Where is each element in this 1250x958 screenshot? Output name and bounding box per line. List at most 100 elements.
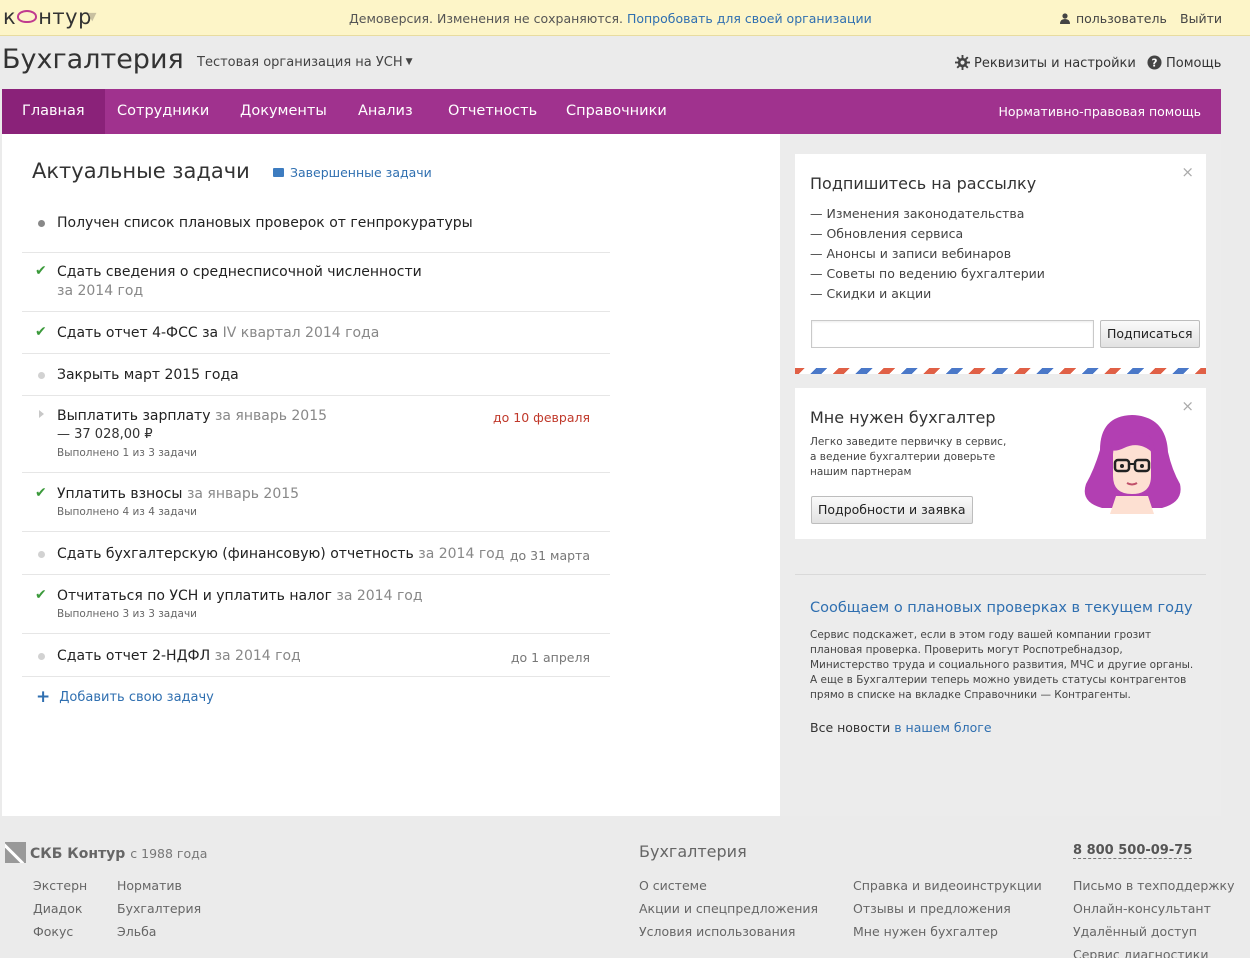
task-progress: Выполнено 4 из 4 задачи	[57, 506, 197, 518]
logo-cloud-icon	[17, 10, 38, 23]
subscribe-topic: — Анонсы и записи вебинаров	[810, 246, 1012, 261]
footer-link[interactable]: Диадок	[33, 897, 87, 920]
check-icon: ✔	[35, 263, 47, 279]
task-title: Сдать сведения о среднесписочной численн…	[57, 264, 422, 280]
nav-item-employees[interactable]: Сотрудники	[117, 89, 209, 134]
footer-link[interactable]: Условия использования	[639, 920, 818, 943]
news-headline-link[interactable]: Сообщаем о плановых проверках в текущем …	[810, 600, 1193, 616]
task-progress: Выполнено 1 из 3 задачи	[57, 447, 197, 459]
logo-text-end: нтур	[38, 5, 92, 29]
task-title: Сдать отчет 2-НДФЛ за 2014 год	[57, 648, 301, 664]
divider	[795, 574, 1206, 575]
footer-link[interactable]: Норматив	[117, 874, 201, 897]
footer-link[interactable]: Эльба	[117, 920, 201, 943]
task-title: Выплатить зарплату за январь 2015	[57, 408, 327, 424]
nav-item-references[interactable]: Справочники	[566, 89, 667, 134]
all-news-label: Все новости	[810, 720, 891, 735]
footer-link[interactable]: Мне нужен бухгалтер	[853, 920, 1042, 943]
add-task-label: Добавить свою задачу	[59, 690, 214, 705]
plus-icon: +	[36, 687, 51, 707]
skb-kontur-logo-icon	[5, 842, 26, 863]
details-request-button[interactable]: Подробности и заявка	[811, 496, 973, 524]
accountant-widget: × Мне нужен бухгалтер Легко заведите пер…	[795, 388, 1206, 539]
user-menu[interactable]: пользователь	[1060, 11, 1167, 26]
footer-link[interactable]: Удалённый доступ	[1073, 920, 1234, 943]
demo-notice-text: Демоверсия. Изменения не сохраняются.	[349, 11, 623, 26]
footer-links-col2: Справка и видеоинструкции Отзывы и предл…	[853, 874, 1042, 943]
subscribe-button[interactable]: Подписаться	[1100, 320, 1200, 348]
pending-bullet-icon	[38, 653, 45, 660]
kontur-logo[interactable]: к нтур	[3, 5, 92, 29]
task-title-text: Выплатить зарплату	[57, 408, 211, 424]
close-icon[interactable]: ×	[1181, 163, 1194, 181]
task-item[interactable]: ✔ Отчитаться по УСН и уплатить налог за …	[22, 587, 610, 634]
subscribe-topics: — Изменения законодательства — Обновлени…	[810, 204, 1045, 304]
nav-item-main[interactable]: Главная	[2, 89, 105, 134]
logout-link[interactable]: Выйти	[1180, 11, 1222, 26]
footer-support-links: Письмо в техподдержку Онлайн-консультант…	[1073, 874, 1234, 958]
task-item[interactable]: Сдать отчет 2-НДФЛ за 2014 год до 1 апре…	[22, 648, 610, 677]
all-news: Все новости в нашем блоге	[810, 720, 992, 735]
task-subtitle: за 2014 год	[57, 283, 144, 299]
company-name: СКБ Контур	[30, 846, 126, 862]
chevron-down-icon[interactable]: ▼	[88, 10, 96, 23]
help-label: Помощь	[1166, 56, 1222, 71]
task-period: за январь 2015	[186, 486, 300, 502]
nav-item-documents[interactable]: Документы	[240, 89, 327, 134]
help-link[interactable]: ? Помощь	[1147, 55, 1221, 71]
task-period: за 2014 год	[336, 588, 423, 604]
task-item[interactable]: Сдать бухгалтерскую (финансовую) отчетно…	[22, 546, 610, 575]
accountant-text: Легко заведите первичку в сервис, а веде…	[810, 436, 1007, 478]
gear-icon	[955, 55, 970, 70]
side-panel: × Подпишитесь на рассылку — Изменения за…	[780, 134, 1221, 816]
pending-bullet-icon	[38, 551, 45, 558]
email-field[interactable]	[811, 320, 1094, 348]
task-title: Сдать отчет 4-ФСС за IV квартал 2014 год…	[57, 325, 379, 341]
task-title-text: Уплатить взносы	[57, 486, 183, 502]
nav-item-reporting[interactable]: Отчетность	[448, 89, 537, 134]
info-bullet-icon	[38, 220, 45, 227]
task-title: Отчитаться по УСН и уплатить налог за 20…	[57, 588, 423, 604]
footer-link[interactable]: Акции и спецпредложения	[639, 897, 818, 920]
blog-link[interactable]: в нашем блоге	[894, 720, 991, 735]
footer-link[interactable]: Отзывы и предложения	[853, 897, 1042, 920]
nav-item-analysis[interactable]: Анализ	[358, 89, 413, 134]
footer-link[interactable]: Письмо в техподдержку	[1073, 874, 1234, 897]
user-icon	[1060, 13, 1070, 24]
task-item[interactable]: Выплатить зарплату за январь 2015 — 37 0…	[22, 408, 610, 473]
footer-company[interactable]: СКБ Контур с 1988 года	[5, 842, 207, 863]
legal-help-link[interactable]: Нормативно-правовая помощь	[998, 89, 1201, 134]
task-due-date: до 10 февраля	[493, 410, 590, 425]
task-title-text: Сдать бухгалтерскую (финансовую) отчетно…	[57, 546, 414, 562]
task-item[interactable]: ✔ Сдать сведения о среднесписочной числе…	[22, 263, 610, 312]
main-panel: Актуальные задачи Завершенные задачи Пол…	[2, 134, 780, 816]
footer-link[interactable]: Сервис диагностики	[1073, 943, 1234, 958]
task-period: за 2014 год	[214, 648, 301, 664]
footer-link[interactable]: Фокус	[33, 920, 87, 943]
settings-link[interactable]: Реквизиты и настройки	[955, 55, 1136, 71]
help-icon: ?	[1147, 55, 1162, 70]
task-title: Сдать бухгалтерскую (финансовую) отчетно…	[57, 546, 504, 562]
check-icon: ✔	[35, 485, 47, 501]
task-item[interactable]: ✔ Сдать отчет 4-ФСС за IV квартал 2014 г…	[22, 324, 610, 354]
task-item[interactable]: Получен список плановых проверок от генп…	[22, 215, 610, 253]
expand-arrow-icon[interactable]	[39, 410, 44, 418]
folder-icon	[273, 168, 284, 177]
subscribe-topic: — Изменения законодательства	[810, 206, 1025, 221]
footer-link[interactable]: Справка и видеоинструкции	[853, 874, 1042, 897]
task-item[interactable]: ✔ Уплатить взносы за январь 2015 Выполне…	[22, 485, 610, 532]
footer-link[interactable]: Онлайн-консультант	[1073, 897, 1234, 920]
footer-link[interactable]: Бухгалтерия	[117, 897, 201, 920]
organization-selector[interactable]: Тестовая организация на УСН ▼	[197, 55, 413, 70]
mail-stripe	[795, 368, 1206, 374]
task-item[interactable]: Закрыть март 2015 года	[22, 367, 610, 396]
footer-products-col1: Экстерн Диадок Фокус	[33, 874, 87, 943]
add-task-link[interactable]: + Добавить свою задачу	[36, 687, 214, 707]
try-for-organization-link[interactable]: Попробовать для своей организации	[627, 11, 872, 26]
support-phone[interactable]: 8 800 500-09-75	[1073, 843, 1193, 859]
task-progress: Выполнено 3 из 3 задачи	[57, 608, 197, 620]
task-title: Уплатить взносы за январь 2015	[57, 486, 299, 502]
footer-link[interactable]: Экстерн	[33, 874, 87, 897]
completed-tasks-link[interactable]: Завершенные задачи	[273, 165, 432, 180]
footer-link[interactable]: О системе	[639, 874, 818, 897]
